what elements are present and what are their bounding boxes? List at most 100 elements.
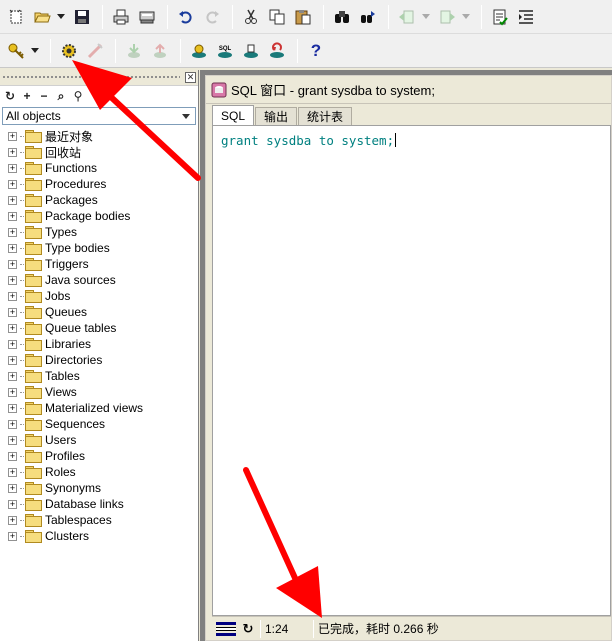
tree-node[interactable]: + Java sources: [0, 272, 198, 288]
redo-icon[interactable]: [200, 5, 224, 29]
expand-icon[interactable]: +: [8, 147, 17, 157]
tab-statistics[interactable]: 统计表: [298, 107, 353, 125]
expand-icon[interactable]: +: [8, 387, 17, 397]
tree-node[interactable]: + Tablespaces: [0, 512, 198, 528]
expand-icon[interactable]: +: [8, 131, 17, 141]
folder-icon: [25, 322, 42, 335]
expand-icon[interactable]: +: [8, 499, 17, 509]
expand-icon[interactable]: +: [8, 451, 17, 461]
expand-icon[interactable]: +: [8, 291, 17, 301]
undo-icon[interactable]: [174, 5, 198, 29]
tree-node[interactable]: + Procedures: [0, 176, 198, 192]
expand-icon[interactable]: +: [8, 371, 17, 381]
tree-node[interactable]: + Directories: [0, 352, 198, 368]
print-icon[interactable]: [109, 5, 133, 29]
tab-sql[interactable]: SQL: [212, 105, 255, 125]
find-next-icon[interactable]: [356, 5, 380, 29]
tree-node[interactable]: + Synonyms: [0, 480, 198, 496]
remove-icon[interactable]: −: [38, 90, 50, 102]
refresh-icon[interactable]: ↻: [4, 90, 16, 102]
break-icon[interactable]: [83, 39, 107, 63]
tree-node[interactable]: + Package bodies: [0, 208, 198, 224]
execute-gear-icon[interactable]: [57, 39, 81, 63]
drag-grip[interactable]: [2, 75, 180, 80]
tree-node[interactable]: + 最近对象: [0, 128, 198, 144]
forward-icon[interactable]: [435, 5, 459, 29]
search-icon[interactable]: ⌕: [55, 90, 67, 102]
expand-icon[interactable]: +: [8, 531, 17, 541]
tree-node[interactable]: + Profiles: [0, 448, 198, 464]
import-icon[interactable]: [148, 39, 172, 63]
expand-icon[interactable]: +: [8, 467, 17, 477]
tree-node[interactable]: + Materialized views: [0, 400, 198, 416]
expand-icon[interactable]: +: [8, 259, 17, 269]
tree-node[interactable]: + Views: [0, 384, 198, 400]
folder-icon: [25, 274, 42, 287]
rollback-icon[interactable]: [265, 39, 289, 63]
expand-icon[interactable]: +: [8, 435, 17, 445]
paste-icon[interactable]: [291, 5, 315, 29]
expand-icon[interactable]: +: [8, 195, 17, 205]
new-icon[interactable]: [4, 5, 28, 29]
tree-node[interactable]: + Users: [0, 432, 198, 448]
expand-icon[interactable]: +: [8, 339, 17, 349]
expand-icon[interactable]: +: [8, 227, 17, 237]
tree-node[interactable]: + Sequences: [0, 416, 198, 432]
expand-icon[interactable]: +: [8, 515, 17, 525]
expand-icon[interactable]: +: [8, 307, 17, 317]
folder-icon: [25, 402, 42, 415]
indent-icon[interactable]: [514, 5, 538, 29]
back-icon[interactable]: [395, 5, 419, 29]
tree-node[interactable]: + Queues: [0, 304, 198, 320]
expand-icon[interactable]: +: [8, 403, 17, 413]
tree-node[interactable]: + Queue tables: [0, 320, 198, 336]
tree-node[interactable]: + Clusters: [0, 528, 198, 544]
expand-icon[interactable]: +: [8, 275, 17, 285]
expand-icon[interactable]: +: [8, 355, 17, 365]
object-filter-select[interactable]: All objects: [2, 107, 196, 125]
tree-node[interactable]: + Triggers: [0, 256, 198, 272]
add-icon[interactable]: +: [21, 90, 33, 102]
open-icon[interactable]: [30, 5, 54, 29]
refresh-status-icon[interactable]: ↻: [240, 621, 256, 637]
filter-icon[interactable]: ⚲: [72, 90, 84, 102]
expand-icon[interactable]: +: [8, 163, 17, 173]
chevron-down-icon[interactable]: [179, 109, 193, 123]
sql-editor[interactable]: grant sysdba to system;: [212, 125, 611, 616]
expand-icon[interactable]: +: [8, 243, 17, 253]
tab-output[interactable]: 输出: [255, 107, 298, 125]
expand-icon[interactable]: +: [8, 483, 17, 493]
expand-icon[interactable]: +: [8, 419, 17, 429]
print-preview-icon[interactable]: [135, 5, 159, 29]
sql-window-titlebar[interactable]: SQL 窗口 - grant sysdba to system;: [206, 76, 611, 104]
tree-node[interactable]: + Functions: [0, 160, 198, 176]
tree-node[interactable]: + Types: [0, 224, 198, 240]
tree-node[interactable]: + Jobs: [0, 288, 198, 304]
tree-node[interactable]: + Tables: [0, 368, 198, 384]
fetch-icon[interactable]: [122, 39, 146, 63]
tree-node[interactable]: + Libraries: [0, 336, 198, 352]
log-on-dropdown[interactable]: [30, 39, 40, 63]
log-on-icon[interactable]: [4, 39, 28, 63]
cut-icon[interactable]: [239, 5, 263, 29]
tree-node[interactable]: + Roles: [0, 464, 198, 480]
expand-icon[interactable]: +: [8, 211, 17, 221]
tree-node[interactable]: + Database links: [0, 496, 198, 512]
tree-node[interactable]: + Type bodies: [0, 240, 198, 256]
back-dropdown[interactable]: [421, 5, 431, 29]
help-icon[interactable]: ?: [304, 39, 328, 63]
sql-database-icon[interactable]: SQL: [213, 39, 237, 63]
find-icon[interactable]: [330, 5, 354, 29]
expand-icon[interactable]: +: [8, 179, 17, 189]
commit-icon[interactable]: [239, 39, 263, 63]
close-icon[interactable]: ✕: [185, 72, 196, 83]
tree-node[interactable]: + Packages: [0, 192, 198, 208]
tree-node[interactable]: + 回收站: [0, 144, 198, 160]
copy-icon[interactable]: [265, 5, 289, 29]
save-icon[interactable]: [70, 5, 94, 29]
open-dropdown[interactable]: [56, 5, 66, 29]
database-icon[interactable]: [187, 39, 211, 63]
execute-icon[interactable]: [488, 5, 512, 29]
expand-icon[interactable]: +: [8, 323, 17, 333]
forward-dropdown[interactable]: [461, 5, 471, 29]
